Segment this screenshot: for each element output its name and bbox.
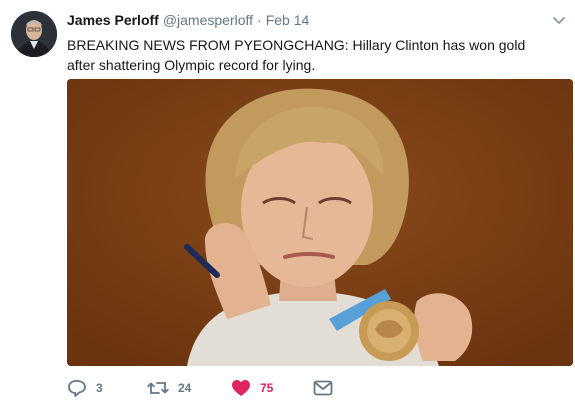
tweet-header: James Perloff @jamesperloff · Feb 14 [67,11,309,29]
heart-icon [232,380,250,396]
direct-message-button[interactable] [313,378,343,398]
tweet-text: BREAKING NEWS FROM PYEONGCHANG: Hillary … [67,37,526,73]
retweet-count: 24 [178,381,192,395]
reply-icon [68,380,86,397]
reply-button[interactable]: 3 [67,378,147,398]
tweet-photo[interactable] [67,79,573,366]
retweet-button[interactable]: 24 [147,378,231,398]
envelope-icon [313,380,333,396]
like-button[interactable]: 75 [231,378,313,398]
author-name[interactable]: James Perloff [67,12,159,28]
separator-dot: · [257,12,262,28]
retweet-icon [147,382,169,394]
tweet-actions: 3 24 75 [67,378,343,398]
reply-count: 3 [96,381,103,395]
chevron-down-icon[interactable] [551,14,567,26]
avatar[interactable] [11,11,57,57]
like-count: 75 [260,381,274,395]
timestamp[interactable]: Feb 14 [266,12,310,28]
tweet[interactable]: James Perloff @jamesperloff · Feb 14 BREAKI… [0,0,575,402]
author-handle[interactable]: @jamesperloff [163,12,253,28]
